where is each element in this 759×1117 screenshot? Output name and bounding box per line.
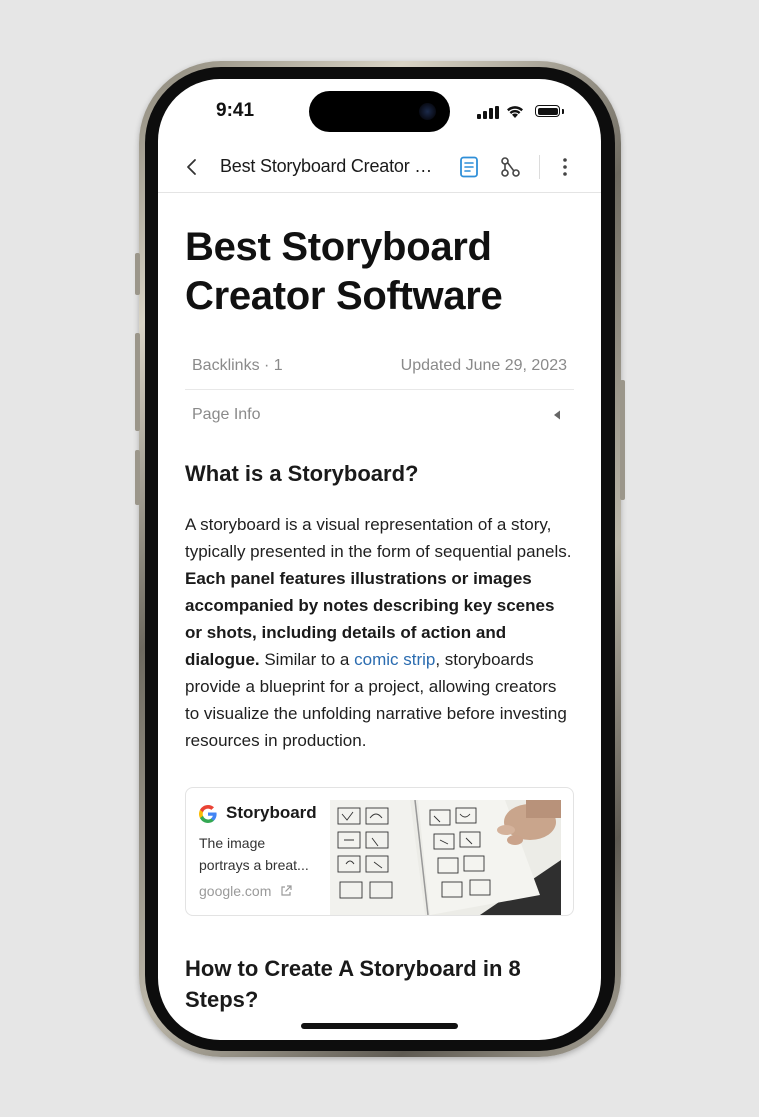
section-heading-2: How to Create A Storyboard in 8 Steps? bbox=[185, 956, 521, 1012]
battery-icon bbox=[535, 105, 560, 117]
nav-title: Best Storyboard Creator Software bbox=[220, 156, 436, 176]
page-content: Best Storyboard Creator Software Backlin… bbox=[185, 193, 574, 1015]
more-vertical-icon[interactable] bbox=[556, 156, 574, 178]
power-button bbox=[620, 380, 625, 500]
status-time: 9:41 bbox=[216, 100, 255, 121]
card-desc-line2: portrays a breat... bbox=[199, 857, 309, 873]
card-desc-line1: The image bbox=[199, 835, 266, 851]
chevron-left-icon[interactable] bbox=[184, 157, 200, 177]
paragraph-intro: A storyboard is a visual representation … bbox=[185, 515, 572, 561]
dynamic-island bbox=[309, 91, 450, 132]
section-heading: What is a Storyboard? bbox=[185, 461, 419, 486]
section-paragraph: A storyboard is a visual representation … bbox=[185, 511, 574, 754]
paragraph-mid: Similar to a bbox=[259, 650, 355, 669]
google-icon bbox=[199, 805, 217, 823]
cellular-signal-icon bbox=[477, 106, 499, 119]
camera-icon bbox=[419, 103, 436, 120]
document-icon[interactable] bbox=[459, 156, 479, 178]
graph-icon[interactable] bbox=[499, 156, 521, 178]
page-title-line1: Best Storyboard bbox=[185, 225, 492, 269]
storyboard-sketch-image bbox=[330, 800, 561, 915]
updated-date: Updated June 29, 2023 bbox=[400, 357, 567, 374]
nav-separator bbox=[539, 155, 540, 179]
home-indicator[interactable] bbox=[301, 1023, 458, 1029]
volume-down-button bbox=[135, 450, 140, 505]
page-meta: Backlinks · 1 Updated June 29, 2023 bbox=[185, 357, 574, 383]
page-info-toggle[interactable]: Page Info bbox=[185, 390, 574, 442]
backlinks-count[interactable]: Backlinks · 1 bbox=[192, 357, 283, 375]
card-description: The image portrays a breat... bbox=[199, 832, 323, 876]
external-link-icon bbox=[281, 885, 292, 896]
card-source: google.com bbox=[199, 883, 272, 899]
action-button bbox=[135, 253, 140, 295]
caret-left-icon bbox=[554, 410, 560, 420]
volume-up-button bbox=[135, 333, 140, 431]
phone-screen: 9:41 Best Storyboard Creator Software bbox=[158, 79, 601, 1040]
page-title: Best Storyboard Creator Software bbox=[185, 223, 574, 321]
wifi-icon bbox=[507, 106, 523, 118]
battery-tip bbox=[562, 109, 564, 114]
link-preview-card[interactable]: Storyboard The image portrays a breat...… bbox=[185, 787, 574, 916]
page-info-label: Page Info bbox=[192, 406, 261, 423]
page-title-line2: Creator Software bbox=[185, 274, 503, 318]
comic-strip-link[interactable]: comic strip bbox=[354, 650, 435, 669]
card-title: Storyboard bbox=[226, 803, 317, 822]
